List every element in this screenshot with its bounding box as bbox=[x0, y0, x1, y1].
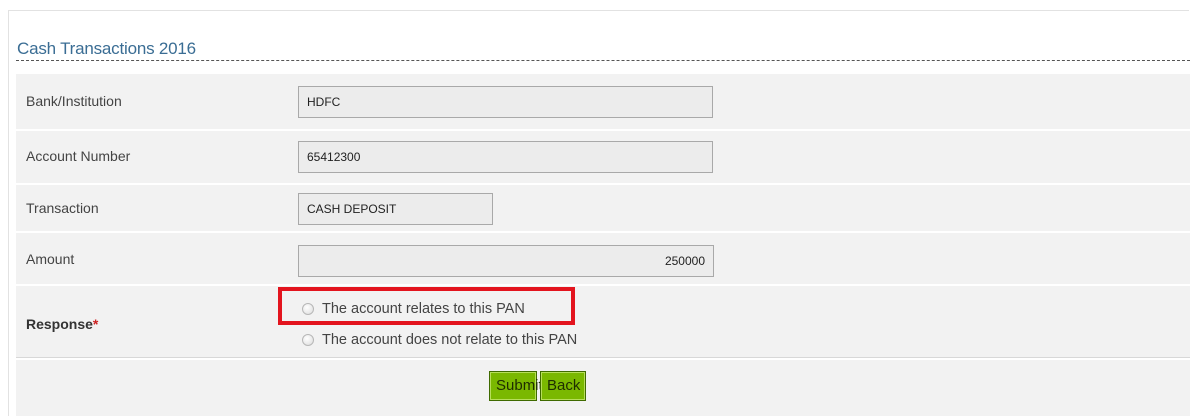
row-amount: Amount 250000 bbox=[16, 231, 1190, 284]
back-button[interactable]: Back bbox=[540, 371, 586, 401]
radio-button-icon[interactable] bbox=[302, 334, 314, 346]
row-bank-institution: Bank/Institution HDFC bbox=[16, 72, 1190, 129]
required-asterisk: * bbox=[92, 316, 99, 332]
account-number-field[interactable]: 65412300 bbox=[298, 141, 713, 173]
amount-label: Amount bbox=[26, 251, 75, 267]
amount-field[interactable]: 250000 bbox=[298, 245, 714, 277]
transaction-label: Transaction bbox=[26, 200, 99, 216]
bank-institution-label: Bank/Institution bbox=[26, 93, 122, 109]
row-response: Response* The account relates to this PA… bbox=[16, 284, 1190, 358]
actions-row bbox=[16, 358, 1190, 416]
highlight-box bbox=[278, 287, 575, 325]
transaction-field[interactable]: CASH DEPOSIT bbox=[298, 193, 493, 225]
response-label: Response* bbox=[26, 316, 99, 332]
submit-button[interactable]: Submit bbox=[489, 371, 543, 401]
bank-institution-field[interactable]: HDFC bbox=[298, 86, 713, 118]
title-divider bbox=[16, 60, 1190, 61]
row-account-number: Account Number 65412300 bbox=[16, 129, 1190, 183]
radio-option-not-relates[interactable]: The account does not relate to this PAN bbox=[302, 332, 577, 348]
section-title: Cash Transactions 2016 bbox=[17, 39, 196, 58]
radio-option-not-relates-label: The account does not relate to this PAN bbox=[322, 332, 578, 348]
row-transaction: Transaction CASH DEPOSIT bbox=[16, 183, 1190, 231]
account-number-label: Account Number bbox=[26, 148, 131, 164]
